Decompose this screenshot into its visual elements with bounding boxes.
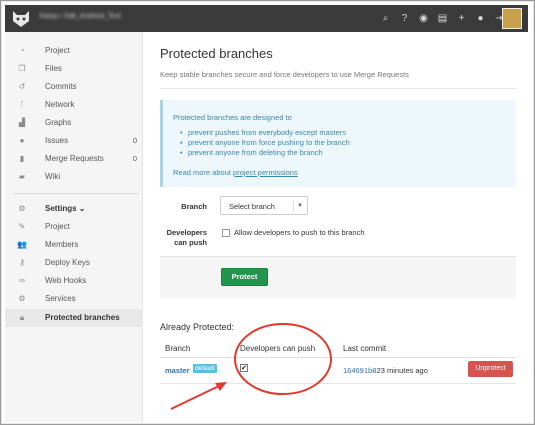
chart-icon: ▟	[18, 118, 26, 127]
search-icon[interactable]: ⌕	[379, 12, 392, 25]
add-icon[interactable]: +	[455, 12, 468, 25]
sidebar: ◔ Project ❐ Files ↺ Commits ᚴ Network ▟ Graph…	[5, 32, 143, 422]
branch-select-value: Select branch	[229, 202, 275, 211]
info-bullet: prevent pushes from everybody except mas…	[180, 128, 346, 137]
link-icon: ∞	[19, 276, 25, 285]
project-permissions-link[interactable]: project permissions	[233, 168, 298, 177]
sidebar-item-commits[interactable]: ↺ Commits	[5, 78, 143, 96]
default-badge: default	[193, 364, 217, 373]
sidebar-item-label: Network	[45, 100, 75, 109]
top-navbar: Xiaoyi / Sdk_Android_Test ⌕ ? ◉ ▤ + ● ⇥	[5, 5, 528, 32]
sidebar-item-label: Web Hooks	[45, 276, 87, 285]
column-header-developers-can-push: Developers can push	[240, 344, 316, 353]
history-icon: ↺	[18, 82, 26, 91]
issues-icon: ●	[19, 136, 25, 145]
sidebar-item-files[interactable]: ❐ Files	[5, 60, 143, 78]
gitlab-logo[interactable]	[11, 9, 31, 28]
profile-icon[interactable]: ●	[474, 12, 487, 25]
edit-icon: ✎	[18, 222, 26, 231]
cogs-icon: ⚙	[18, 204, 26, 213]
sidebar-item-services[interactable]: ⚙ Services	[5, 290, 143, 308]
main-content: Protected branches Keep stable branches …	[143, 32, 528, 422]
sidebar-item-label: Protected branches	[45, 313, 120, 322]
sidebar-item-project[interactable]: ◔ Project	[5, 42, 143, 60]
sidebar-item-settings-project[interactable]: ✎ Project	[5, 218, 143, 236]
settings-label: Settings ⌄	[45, 204, 86, 213]
window-frame: Xiaoyi / Sdk_Android_Test ⌕ ? ◉ ▤ + ● ⇥ …	[0, 0, 535, 425]
snippets-icon[interactable]: ▤	[436, 12, 449, 25]
sidebar-item-deploy-keys[interactable]: ⚷ Deploy Keys	[5, 254, 143, 272]
developers-can-push-label: Developers can push	[160, 228, 207, 248]
sidebar-item-label: Services	[45, 294, 76, 303]
sidebar-item-label: Commits	[45, 82, 77, 91]
sidebar-item-network[interactable]: ᚴ Network	[5, 96, 143, 114]
avatar[interactable]	[502, 8, 522, 29]
lock-icon: 🔒︎	[19, 313, 25, 322]
read-more-text: Read more about	[173, 168, 234, 177]
branch-name-link[interactable]: master	[165, 366, 190, 375]
sidebar-item-graphs[interactable]: ▟ Graphs	[5, 114, 143, 132]
merge-icon: ▮	[19, 154, 25, 163]
sidebar-item-label: Deploy Keys	[45, 258, 90, 267]
page-subtitle: Keep stable branches secure and force de…	[160, 70, 409, 79]
files-icon: ❐	[18, 64, 26, 73]
sidebar-divider	[13, 193, 139, 194]
table-header-divider	[160, 357, 516, 358]
key-icon: ⚷	[19, 258, 25, 267]
already-protected-heading: Already Protected:	[160, 322, 235, 332]
dev-label-line2: can push	[174, 238, 207, 247]
sidebar-item-protected-branches[interactable]: 🔒︎ Protected branches	[5, 309, 143, 327]
book-icon: ▰	[18, 172, 26, 181]
sidebar-item-label: Members	[45, 240, 79, 249]
fork-icon: ᚴ	[19, 100, 25, 109]
protect-button[interactable]: Protect	[221, 268, 268, 286]
sidebar-item-merge-requests[interactable]: ▮ Merge Requests 0	[5, 150, 143, 168]
members-icon: 👥	[17, 240, 27, 249]
issues-count: 0	[132, 136, 137, 145]
info-bullet: prevent anyone from force pushing to the…	[180, 138, 350, 147]
sidebar-item-issues[interactable]: ● Issues 0	[5, 132, 143, 150]
page-title: Protected branches	[160, 46, 273, 61]
sidebar-item-web-hooks[interactable]: ∞ Web Hooks	[5, 272, 143, 290]
chevron-down-icon: ▼	[293, 201, 303, 212]
sidebar-item-label: Issues	[45, 136, 69, 145]
dashboard-icon: ◔	[19, 46, 25, 55]
commit-time: · 23 minutes ago	[372, 366, 428, 375]
form-actions: Protect	[160, 256, 516, 298]
info-title: Protected branches are designed to	[173, 113, 292, 122]
merge-requests-count: 0	[132, 154, 137, 163]
developers-can-push-checkbox-label[interactable]: Allow developers to push to this branch	[234, 228, 365, 237]
sidebar-settings-header[interactable]: ⚙ Settings ⌄	[5, 200, 143, 218]
table-row-divider	[160, 383, 516, 384]
sidebar-item-label: Merge Requests	[45, 154, 104, 163]
info-bullet: prevent anyone from deleting the branch	[180, 148, 323, 157]
info-alert: Protected branches are designed to preve…	[160, 100, 516, 187]
sidebar-item-label: Project	[45, 46, 70, 55]
dev-can-push-checkbox[interactable]: ✔	[240, 364, 248, 372]
divider	[160, 88, 516, 89]
sidebar-item-label: Wiki	[45, 172, 61, 181]
dev-label-line1: Developers	[166, 228, 207, 237]
sidebar-item-members[interactable]: 👥 Members	[5, 236, 143, 254]
sidebar-item-label: Files	[45, 64, 62, 73]
sidebar-item-label: Graphs	[45, 118, 72, 127]
help-icon[interactable]: ?	[398, 12, 411, 25]
column-header-last-commit: Last commit	[343, 344, 387, 353]
branch-label: Branch	[181, 202, 207, 211]
info-read-more: Read more about project permissions	[173, 168, 298, 177]
sidebar-item-wiki[interactable]: ▰ Wiki	[5, 168, 143, 186]
unprotect-button[interactable]: Unprotect	[468, 361, 513, 377]
sidebar-item-label: Project	[45, 222, 70, 231]
project-title[interactable]: Xiaoyi / Sdk_Android_Test	[39, 13, 189, 23]
branch-select[interactable]: Select branch ▼	[220, 196, 308, 215]
developers-can-push-checkbox[interactable]	[222, 229, 230, 237]
services-icon: ⚙	[18, 294, 26, 303]
column-header-branch: Branch	[165, 344, 191, 353]
explore-icon[interactable]: ◉	[417, 12, 430, 25]
